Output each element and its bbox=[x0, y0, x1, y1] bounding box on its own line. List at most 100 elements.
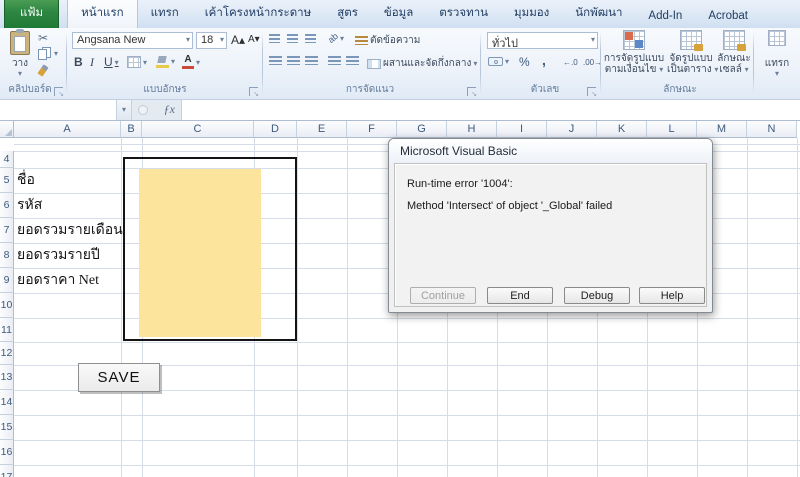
font-dialog-launcher[interactable]: ↘ bbox=[249, 87, 258, 96]
borders-button[interactable]: ▾ bbox=[127, 56, 147, 68]
orientation-dropdown-icon[interactable]: ▾ bbox=[340, 34, 344, 43]
column-header-K[interactable]: K bbox=[597, 121, 647, 138]
fill-color-button[interactable]: ▾ bbox=[156, 55, 175, 68]
column-header-E[interactable]: E bbox=[297, 121, 347, 138]
row-header-4[interactable]: 4 bbox=[0, 151, 14, 168]
wrap-text-button[interactable]: ตัดข้อความ bbox=[355, 33, 420, 48]
row-header-17[interactable]: 17 bbox=[0, 465, 14, 477]
ribbon-tab-2[interactable]: เค้าโครงหน้ากระดาษ bbox=[192, 0, 324, 28]
column-header-G[interactable]: G bbox=[397, 121, 447, 138]
font-color-dropdown-icon[interactable]: ▾ bbox=[196, 58, 200, 67]
file-tab[interactable]: แฟ้ม bbox=[4, 0, 59, 28]
align-left-button[interactable] bbox=[269, 56, 282, 65]
formula-input[interactable] bbox=[181, 100, 800, 120]
row-header-7[interactable]: 7 bbox=[0, 218, 14, 243]
accounting-dropdown-icon[interactable]: ▾ bbox=[505, 57, 509, 66]
cell-A8-text[interactable]: ยอดรวมรายปี bbox=[17, 243, 100, 268]
merge-center-button[interactable]: ผสานและจัดกึ่งกลาง ▾ bbox=[367, 56, 477, 71]
row-header-13[interactable]: 13 bbox=[0, 365, 14, 390]
number-format-dropdown-icon[interactable]: ▾ bbox=[591, 35, 595, 44]
column-header-D[interactable]: D bbox=[254, 121, 297, 138]
ribbon-tab-8[interactable]: Add-In bbox=[635, 5, 695, 28]
column-header-M[interactable]: M bbox=[697, 121, 747, 138]
row-header-15[interactable]: 15 bbox=[0, 415, 14, 440]
font-color-button[interactable]: A ▾ bbox=[182, 55, 200, 69]
column-header-B[interactable]: B bbox=[121, 121, 142, 138]
column-header-A[interactable]: A bbox=[14, 121, 121, 138]
format-as-table-button[interactable]: จัดรูปแบบ เป็นตาราง ▾ bbox=[667, 30, 715, 75]
font-name-combo[interactable]: Angsana New ▾ bbox=[72, 32, 193, 49]
format-painter-button[interactable] bbox=[40, 65, 46, 76]
row-header-12[interactable]: 12 bbox=[0, 342, 14, 365]
cut-button[interactable]: ✂ bbox=[38, 31, 48, 45]
row-header-9[interactable]: 9 bbox=[0, 268, 14, 293]
dialog-button-help[interactable]: Help bbox=[639, 287, 705, 304]
orientation-button[interactable]: ab ▾ bbox=[328, 33, 344, 43]
cell-styles-button[interactable]: ลักษณะ เซลล์ ▾ bbox=[715, 30, 753, 75]
row-header-10[interactable]: 10 bbox=[0, 293, 14, 318]
ribbon-tab-0[interactable]: หน้าแรก bbox=[67, 0, 137, 28]
insert-cells-button[interactable]: แทรก ▾ bbox=[758, 30, 796, 78]
insert-function-icon[interactable]: ƒx bbox=[164, 102, 175, 117]
cell-A9-text[interactable]: ยอดราคา Net bbox=[17, 268, 99, 293]
align-center-button[interactable] bbox=[287, 56, 300, 65]
row-header-5[interactable]: 5 bbox=[0, 168, 14, 193]
ribbon-tab-7[interactable]: นักพัฒนา bbox=[562, 0, 635, 28]
column-header-L[interactable]: L bbox=[647, 121, 697, 138]
underline-dropdown-icon[interactable]: ▾ bbox=[115, 58, 119, 67]
column-header-I[interactable]: I bbox=[497, 121, 547, 138]
merge-dropdown-icon[interactable]: ▾ bbox=[473, 59, 477, 68]
paste-dropdown-icon[interactable]: ▾ bbox=[4, 69, 36, 78]
comma-style-button[interactable]: , bbox=[542, 52, 546, 68]
accounting-format-button[interactable]: ▾ bbox=[488, 57, 509, 66]
fill-color-dropdown-icon[interactable]: ▾ bbox=[171, 57, 175, 66]
font-size-combo[interactable]: 18 ▾ bbox=[196, 32, 227, 49]
align-middle-button[interactable] bbox=[287, 34, 298, 43]
increase-decimal-button[interactable]: ←.0 bbox=[563, 58, 578, 67]
column-header-C[interactable]: C bbox=[142, 121, 254, 138]
bold-button[interactable]: B bbox=[74, 55, 83, 69]
dialog-button-debug[interactable]: Debug bbox=[564, 287, 630, 304]
cell-A7-text[interactable]: ยอดรวมรายเดือน bbox=[17, 218, 123, 243]
select-all-corner[interactable] bbox=[0, 121, 14, 138]
paste-button[interactable]: วาง ▾ bbox=[4, 31, 36, 78]
align-top-button[interactable] bbox=[269, 34, 280, 43]
column-header-F[interactable]: F bbox=[347, 121, 397, 138]
align-bottom-button[interactable] bbox=[305, 34, 316, 43]
italic-button[interactable]: I bbox=[90, 55, 94, 70]
row-header-6[interactable]: 6 bbox=[0, 193, 14, 218]
row-header-14[interactable]: 14 bbox=[0, 390, 14, 415]
clipboard-dialog-launcher[interactable]: ↘ bbox=[54, 87, 63, 96]
ribbon-tab-3[interactable]: สูตร bbox=[324, 0, 371, 28]
ribbon-tab-6[interactable]: มุมมอง bbox=[501, 0, 562, 28]
ribbon-tab-9[interactable]: Acrobat bbox=[695, 5, 761, 28]
row-header-16[interactable]: 16 bbox=[0, 440, 14, 465]
align-right-button[interactable] bbox=[305, 56, 318, 65]
column-header-N[interactable]: N bbox=[747, 121, 797, 138]
cell-A5-text[interactable]: ชื่อ bbox=[17, 168, 35, 193]
row-header-11[interactable]: 11 bbox=[0, 318, 14, 342]
number-format-combo[interactable]: ทั่วไป ▾ bbox=[487, 32, 598, 49]
conditional-formatting-button[interactable]: การจัดรูปแบบ ตามเงื่อนไข ▾ bbox=[603, 30, 665, 75]
dialog-title[interactable]: Microsoft Visual Basic bbox=[389, 139, 712, 163]
copy-button[interactable]: ▾ bbox=[38, 47, 58, 60]
ribbon-tab-4[interactable]: ข้อมูล bbox=[371, 0, 426, 28]
column-header-H[interactable]: H bbox=[447, 121, 497, 138]
grow-font-button[interactable]: A▴ bbox=[231, 33, 245, 47]
column-header-J[interactable]: J bbox=[547, 121, 597, 138]
number-dialog-launcher[interactable]: ↘ bbox=[587, 87, 596, 96]
underline-button[interactable]: U▾ bbox=[104, 55, 119, 69]
increase-indent-button[interactable] bbox=[346, 56, 359, 65]
dialog-button-end[interactable]: End bbox=[487, 287, 553, 304]
shrink-font-button[interactable]: A▾ bbox=[248, 34, 260, 45]
copy-dropdown-icon[interactable]: ▾ bbox=[54, 49, 58, 58]
save-button[interactable]: SAVE bbox=[78, 363, 160, 392]
name-box[interactable] bbox=[0, 100, 117, 120]
font-name-dropdown-icon[interactable]: ▾ bbox=[186, 35, 190, 44]
ribbon-tab-1[interactable]: แทรก bbox=[138, 0, 192, 28]
borders-dropdown-icon[interactable]: ▾ bbox=[143, 58, 147, 67]
name-box-dropdown[interactable]: ▾ bbox=[117, 100, 132, 120]
ribbon-tab-5[interactable]: ตรวจทาน bbox=[426, 0, 501, 28]
row-header-8[interactable]: 8 bbox=[0, 243, 14, 268]
alignment-dialog-launcher[interactable]: ↘ bbox=[467, 87, 476, 96]
